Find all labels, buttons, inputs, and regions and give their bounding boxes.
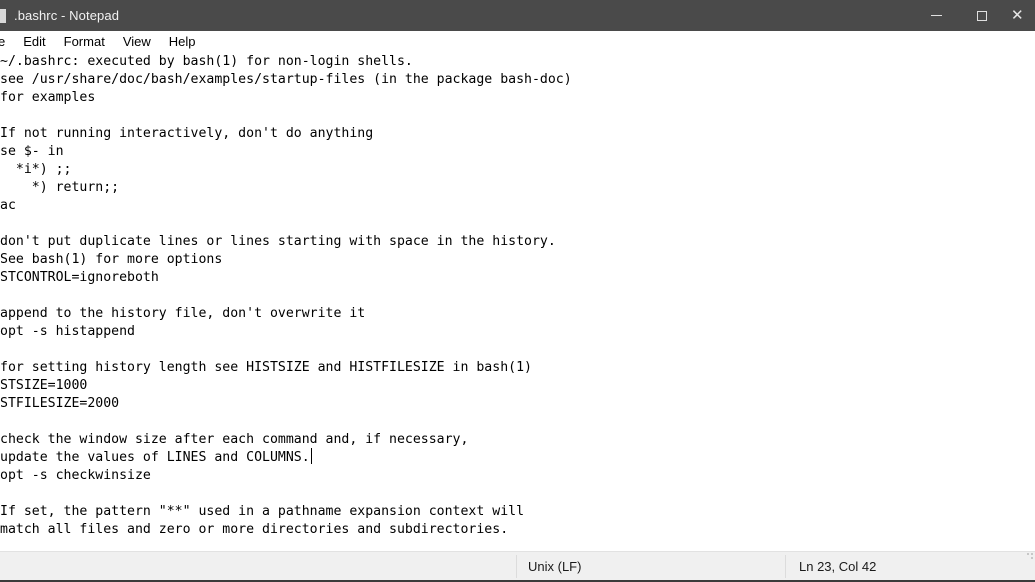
menu-help[interactable]: Help: [160, 31, 205, 53]
editor-line: append to the history file, don't overwr…: [0, 306, 366, 321]
editor-line: ac: [0, 198, 16, 213]
editor-line: See bash(1) for more options: [0, 252, 223, 267]
editor-line: opt -s checkwinsize: [0, 468, 151, 483]
editor-line: see /usr/share/doc/bash/examples/startup…: [0, 72, 572, 87]
resize-grip-icon[interactable]: [1022, 552, 1034, 560]
editor-line: for examples: [0, 90, 96, 105]
menu-bar: e Edit Format View Help: [0, 31, 1035, 53]
menu-view[interactable]: View: [114, 31, 160, 53]
editor-line: don't put duplicate lines or lines start…: [0, 234, 556, 249]
title-bar[interactable]: .bashrc - Notepad ✕: [0, 0, 1035, 31]
notepad-icon: [0, 8, 6, 23]
minimize-icon: [930, 15, 942, 16]
status-bar: Unix (LF) Ln 23, Col 42: [0, 551, 1035, 582]
editor-line: *i*) ;;: [0, 162, 72, 177]
maximize-icon: [977, 10, 987, 21]
close-icon: ✕: [1011, 6, 1024, 24]
text-caret: [311, 448, 312, 464]
menu-format[interactable]: Format: [55, 31, 114, 53]
editor-line: match all files and zero or more directo…: [0, 522, 509, 537]
editor-line: If not running interactively, don't do a…: [0, 126, 374, 141]
editor-line: se $- in: [0, 144, 64, 159]
window-title: .bashrc - Notepad: [14, 8, 120, 23]
window-controls: ✕: [913, 0, 1035, 31]
status-cursor-position[interactable]: Ln 23, Col 42: [799, 552, 876, 581]
editor-line: for setting history length see HISTSIZE …: [0, 360, 532, 375]
editor-line: STFILESIZE=2000: [0, 396, 120, 411]
close-button[interactable]: ✕: [1005, 0, 1035, 31]
menu-file[interactable]: e: [0, 31, 14, 53]
notepad-window: .bashrc - Notepad ✕ e Edit Format View H…: [0, 0, 1035, 582]
status-separator-2: [785, 555, 786, 578]
editor-line: update the values of LINES and COLUMNS.: [0, 450, 310, 465]
menu-edit[interactable]: Edit: [14, 31, 54, 53]
editor-line: STSIZE=1000: [0, 378, 88, 393]
status-separator-1: [516, 555, 517, 578]
editor-text-content[interactable]: ~/.bashrc: executed by bash(1) for non-l…: [0, 53, 572, 539]
minimize-button[interactable]: [913, 0, 959, 31]
editor-line: check the window size after each command…: [0, 432, 469, 447]
editor-line: opt -s histappend: [0, 324, 135, 339]
text-editor-area[interactable]: ~/.bashrc: executed by bash(1) for non-l…: [0, 53, 1035, 551]
editor-line: STCONTROL=ignoreboth: [0, 270, 159, 285]
editor-line: ~/.bashrc: executed by bash(1) for non-l…: [0, 54, 413, 69]
editor-line: If set, the pattern "**" used in a pathn…: [0, 504, 525, 519]
status-line-ending[interactable]: Unix (LF): [528, 552, 581, 581]
maximize-button[interactable]: [959, 0, 1005, 31]
editor-line: *) return;;: [0, 180, 120, 195]
